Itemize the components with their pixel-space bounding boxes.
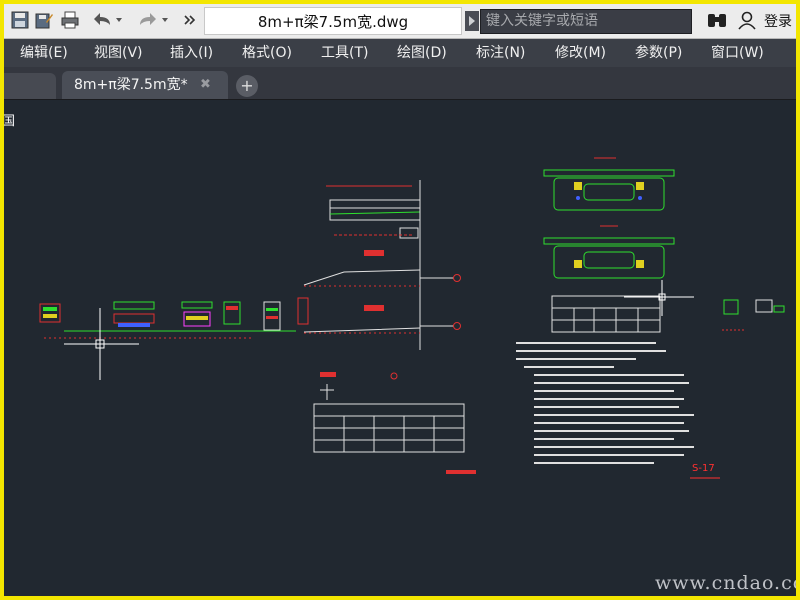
print-icon[interactable] (60, 10, 80, 30)
close-tab-icon[interactable]: ✖ (200, 71, 211, 99)
more-icon[interactable] (182, 10, 198, 30)
app-window: 8m+π梁7.5m宽.dwg 键入关键字或短语 登录 编辑(E) 视图(V) 插… (4, 4, 796, 596)
menu-draw[interactable]: 绘图(D) (397, 39, 447, 67)
left-detail-blocks (39, 297, 309, 339)
redo-icon[interactable] (136, 10, 170, 30)
new-tab-button[interactable]: + (236, 75, 258, 97)
watermark: www.cndao.com (655, 572, 796, 594)
menu-tools[interactable]: 工具(T) (321, 39, 368, 67)
file-tab-strip: 8m+π梁7.5m宽* ✖ + (4, 67, 796, 100)
drawing-content (39, 157, 785, 479)
save-as-icon[interactable] (34, 10, 54, 30)
menu-window[interactable]: 窗口(W) (711, 39, 764, 67)
cross-sections (543, 157, 675, 279)
menu-bar: 编辑(E) 视图(V) 插入(I) 格式(O) 工具(T) 绘图(D) 标注(N… (4, 39, 796, 67)
menu-modify[interactable]: 修改(M) (555, 39, 606, 67)
drawing-canvas[interactable]: 国 S-17 www.cndao.c (4, 100, 796, 596)
crosshair-cursor (64, 308, 139, 380)
tab-start[interactable] (4, 73, 56, 99)
tab-label: 8m+π梁7.5m宽* (74, 77, 188, 93)
elevation-drawing (303, 180, 461, 400)
quantity-table-right (551, 280, 694, 333)
quantity-table-left (313, 403, 476, 474)
search-placeholder: 键入关键字或短语 (486, 13, 598, 29)
tab-active-drawing[interactable]: 8m+π梁7.5m宽* ✖ (62, 71, 228, 99)
document-title-box: 8m+π梁7.5m宽.dwg (204, 7, 462, 35)
right-edge-fragments (722, 299, 785, 331)
undo-icon[interactable] (90, 10, 124, 30)
menu-parameters[interactable]: 参数(P) (635, 39, 682, 67)
menu-edit[interactable]: 编辑(E) (20, 39, 68, 67)
menu-dimension[interactable]: 标注(N) (476, 39, 525, 67)
title-bar: 8m+π梁7.5m宽.dwg 键入关键字或短语 登录 (4, 4, 796, 39)
notes-block (516, 342, 720, 479)
user-icon[interactable] (737, 10, 757, 30)
menu-view[interactable]: 视图(V) (94, 39, 143, 67)
document-title: 8m+π梁7.5m宽.dwg (257, 13, 409, 31)
login-link[interactable]: 登录 (764, 11, 792, 31)
menu-insert[interactable]: 插入(I) (170, 39, 213, 67)
drawing-number: S-17 (692, 463, 715, 474)
search-expand-icon[interactable] (465, 11, 479, 31)
menu-format[interactable]: 格式(O) (242, 39, 292, 67)
search-input[interactable]: 键入关键字或短语 (480, 9, 692, 34)
save-icon[interactable] (10, 10, 30, 30)
binoculars-icon[interactable] (706, 10, 728, 30)
